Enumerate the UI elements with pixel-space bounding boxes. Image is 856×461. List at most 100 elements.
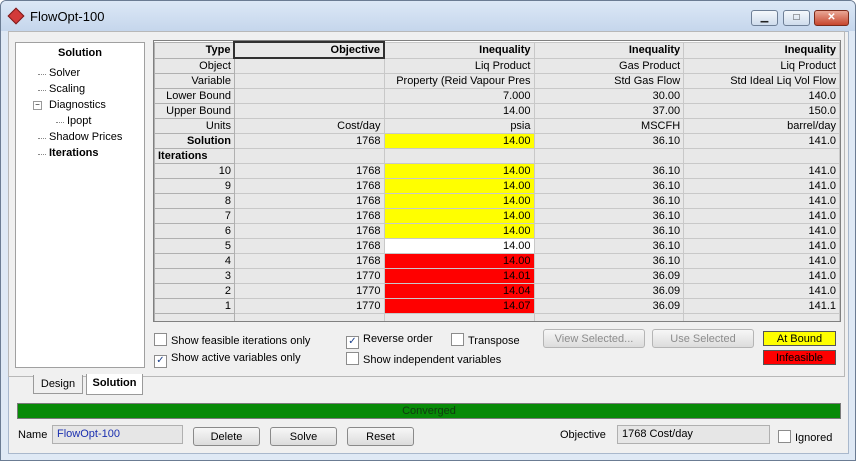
minimize-icon: ▁ xyxy=(760,12,769,23)
iteration-cell[interactable]: 14.00 xyxy=(383,178,535,194)
iteration-cell[interactable]: 1768 xyxy=(233,193,385,209)
active-only-checkbox[interactable]: ✓ Show active variables only xyxy=(154,352,301,368)
checkbox-icon xyxy=(154,333,167,346)
ignored-checkbox[interactable]: Ignored xyxy=(778,430,832,444)
col-type[interactable]: Inequality xyxy=(383,41,535,59)
iteration-cell[interactable]: 141.0 xyxy=(683,253,840,269)
col-type-objective[interactable]: Objective xyxy=(233,41,386,59)
iteration-cell[interactable]: 36.09 xyxy=(533,298,685,314)
empty-cell xyxy=(683,313,840,321)
iteration-cell[interactable]: 141.0 xyxy=(683,163,840,179)
iteration-cell[interactable]: 1768 xyxy=(233,208,385,224)
transpose-checkbox[interactable]: Transpose xyxy=(451,333,520,347)
iteration-cell[interactable]: 1770 xyxy=(233,283,385,299)
cell-solution[interactable]: 36.10 xyxy=(533,133,685,149)
independent-variables-checkbox[interactable]: Show independent variables xyxy=(346,352,501,366)
iteration-cell[interactable]: 14.00 xyxy=(383,163,535,179)
iterations-grid[interactable]: Type Objective Inequality Inequality Ine… xyxy=(153,40,841,322)
iteration-cell[interactable]: 36.10 xyxy=(533,178,685,194)
cell-units[interactable]: barrel/day xyxy=(683,118,840,134)
iteration-cell[interactable]: 1770 xyxy=(233,298,385,314)
cell-variable[interactable]: Std Gas Flow xyxy=(533,73,685,89)
iteration-cell[interactable]: 36.10 xyxy=(533,253,685,269)
iteration-cell[interactable]: 1768 xyxy=(233,163,385,179)
iteration-cell[interactable]: 36.09 xyxy=(533,283,685,299)
iteration-cell[interactable]: 14.00 xyxy=(383,193,535,209)
feasible-only-checkbox[interactable]: Show feasible iterations only xyxy=(154,333,310,347)
reverse-order-checkbox[interactable]: ✓ Reverse order xyxy=(346,333,433,349)
iteration-cell[interactable]: 1768 xyxy=(233,238,385,254)
iteration-cell[interactable]: 36.10 xyxy=(533,238,685,254)
iteration-cell[interactable]: 141.0 xyxy=(683,178,840,194)
iteration-cell[interactable]: 14.04 xyxy=(383,283,535,299)
iteration-cell[interactable]: 14.00 xyxy=(383,253,535,269)
solve-button[interactable]: Solve xyxy=(270,427,337,446)
cell-upper-bound[interactable]: 150.0 xyxy=(683,103,840,119)
iteration-cell[interactable]: 141.0 xyxy=(683,283,840,299)
iteration-cell[interactable]: 141.0 xyxy=(683,223,840,239)
objective-label: Objective xyxy=(560,429,606,441)
collapse-icon[interactable]: − xyxy=(33,101,42,110)
cell-solution[interactable]: 14.00 xyxy=(383,133,535,149)
tree-item-iterations[interactable]: Iterations xyxy=(49,147,99,159)
cell-object[interactable] xyxy=(233,57,385,74)
iteration-cell[interactable]: 141.0 xyxy=(683,208,840,224)
tree-item-shadow-prices[interactable]: Shadow Prices xyxy=(49,131,122,143)
iteration-cell[interactable]: 1768 xyxy=(233,178,385,194)
cell-upper-bound[interactable]: 37.00 xyxy=(533,103,685,119)
tab-solution[interactable]: Solution xyxy=(86,374,143,395)
iteration-cell[interactable]: 141.0 xyxy=(683,193,840,209)
maximize-button[interactable]: □ xyxy=(783,10,810,26)
cell-object[interactable]: Gas Product xyxy=(533,57,685,74)
tree-item-diagnostics[interactable]: Diagnostics xyxy=(49,99,106,111)
iteration-cell[interactable]: 36.10 xyxy=(533,163,685,179)
cell-variable[interactable] xyxy=(233,73,385,89)
cell-object[interactable]: Liq Product xyxy=(683,57,840,74)
iterations-header-row: Iterations xyxy=(154,148,840,164)
title-bar[interactable]: FlowOpt-100 ▁ □ ✕ xyxy=(1,1,855,31)
iteration-cell[interactable]: 141.0 xyxy=(683,268,840,284)
cell-variable[interactable]: Std Ideal Liq Vol Flow xyxy=(683,73,840,89)
iteration-cell[interactable]: 1770 xyxy=(233,268,385,284)
iteration-cell[interactable]: 14.07 xyxy=(383,298,535,314)
view-selected-button[interactable]: View Selected... xyxy=(543,329,645,348)
cell-object[interactable]: Liq Product xyxy=(383,57,535,74)
use-selected-button[interactable]: Use Selected xyxy=(652,329,754,348)
iteration-cell[interactable]: 1768 xyxy=(233,223,385,239)
reset-button[interactable]: Reset xyxy=(347,427,414,446)
cell-lower-bound[interactable] xyxy=(233,88,385,104)
iteration-cell[interactable]: 141.0 xyxy=(683,238,840,254)
cell-variable[interactable]: Property (Reid Vapour Pres xyxy=(383,73,535,89)
cell-solution[interactable]: 141.0 xyxy=(683,133,840,149)
tree-item-ipopt[interactable]: Ipopt xyxy=(67,115,91,127)
iteration-cell[interactable]: 36.09 xyxy=(533,268,685,284)
cell-units[interactable]: MSCFH xyxy=(533,118,685,134)
cell-upper-bound[interactable]: 14.00 xyxy=(383,103,535,119)
iteration-cell[interactable]: 1768 xyxy=(233,253,385,269)
minimize-button[interactable]: ▁ xyxy=(751,10,778,26)
close-button[interactable]: ✕ xyxy=(814,10,849,26)
iteration-cell[interactable]: 36.10 xyxy=(533,193,685,209)
cell-units[interactable]: psia xyxy=(383,118,535,134)
name-field[interactable]: FlowOpt-100 xyxy=(52,425,183,444)
iteration-cell[interactable]: 36.10 xyxy=(533,223,685,239)
lower-bound-row: Lower Bound 7.000 30.00 140.0 xyxy=(154,88,840,104)
col-type[interactable]: Inequality xyxy=(533,41,685,59)
cell-lower-bound[interactable]: 7.000 xyxy=(383,88,535,104)
cell-lower-bound[interactable]: 30.00 xyxy=(533,88,685,104)
tree-item-scaling[interactable]: Scaling xyxy=(49,83,85,95)
iteration-cell[interactable]: 14.01 xyxy=(383,268,535,284)
cell-upper-bound[interactable] xyxy=(233,103,385,119)
cell-units[interactable]: Cost/day xyxy=(233,118,385,134)
cell-lower-bound[interactable]: 140.0 xyxy=(683,88,840,104)
iteration-cell[interactable]: 14.00 xyxy=(383,238,535,254)
cell-solution[interactable]: 1768 xyxy=(233,133,385,149)
iteration-cell[interactable]: 14.00 xyxy=(383,208,535,224)
delete-button[interactable]: Delete xyxy=(193,427,260,446)
tab-design[interactable]: Design xyxy=(33,375,83,394)
iteration-cell[interactable]: 36.10 xyxy=(533,208,685,224)
iteration-cell[interactable]: 141.1 xyxy=(683,298,840,314)
iteration-cell[interactable]: 14.00 xyxy=(383,223,535,239)
col-type[interactable]: Inequality xyxy=(683,41,840,59)
tree-item-solver[interactable]: Solver xyxy=(49,67,80,79)
